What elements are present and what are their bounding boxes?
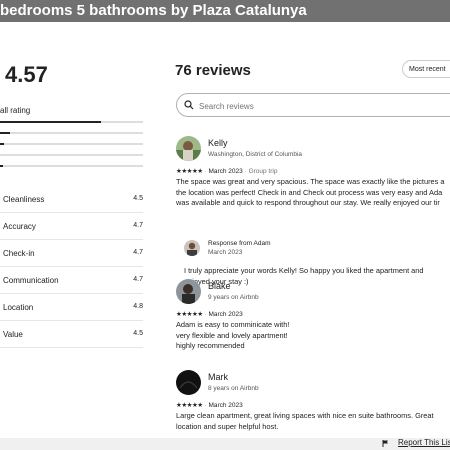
footer-bar: Report This Lis	[0, 438, 450, 450]
host-avatar	[184, 240, 200, 256]
star-rating: ★★★★★	[176, 402, 203, 409]
listing-title: bedrooms 5 bathrooms by Plaza Catalunya	[0, 0, 450, 22]
rating-bar	[0, 132, 143, 134]
category-label: Location	[3, 303, 34, 312]
rating-bar	[0, 154, 143, 156]
rating-bar	[0, 121, 143, 123]
reviews-count-title: 76 reviews	[175, 62, 251, 79]
category-label: Check-in	[3, 249, 35, 258]
search-icon	[184, 100, 194, 110]
category-label: Value	[3, 330, 23, 339]
rating-bar	[0, 143, 143, 145]
review-meta: ★★★★★ · March 2023	[176, 311, 243, 318]
review-date: March 2023	[208, 402, 243, 409]
review-text: Large clean apartment, great living spac…	[176, 411, 450, 432]
category-rating-row: Communication 4.7	[0, 267, 143, 294]
category-value: 4.7	[133, 222, 143, 229]
rating-bar-fill	[0, 143, 4, 145]
reviewer-name: Mark	[208, 372, 228, 382]
response-from: Response from Adam	[208, 240, 271, 247]
star-rating: ★★★★★	[176, 311, 203, 318]
category-label: Accuracy	[3, 222, 36, 231]
response-text-line: I truly appreciate your words Kelly! So …	[184, 266, 424, 275]
category-rating-row: Cleanliness 4.5	[0, 186, 143, 213]
avatar	[176, 279, 201, 304]
star-rating: ★★★★★	[176, 168, 203, 175]
review-text-line: The space was great and very spacious. T…	[176, 177, 445, 186]
reviewer-tenure: 9 years on Airbnb	[208, 294, 259, 301]
review-meta: ★★★★★ · March 2023 · Group trip	[176, 168, 278, 175]
trip-type: Group trip	[248, 168, 278, 175]
overall-rating: 4.57	[5, 62, 48, 87]
review-text-line: was available and quick to respond throu…	[176, 198, 440, 207]
avatar	[176, 370, 201, 395]
rating-bar	[0, 165, 143, 167]
category-rating-row: Accuracy 4.7	[0, 213, 143, 240]
review-text-line: highly recommended	[176, 341, 245, 350]
review-date: March 2023	[208, 311, 243, 318]
reviewer-tenure: 8 years on Airbnb	[208, 385, 259, 392]
reviewer-name: Blake	[208, 281, 231, 291]
review-text-line: Adam is easy to comminicate with!	[176, 320, 290, 329]
review-text-line: location and super helpful host.	[176, 421, 279, 431]
rating-bar-fill	[0, 165, 3, 167]
category-rating-row: Location 4.8	[0, 294, 143, 321]
sort-dropdown-label: Most recent	[409, 66, 446, 73]
overall-rating-label: all rating	[0, 106, 31, 115]
category-value: 4.8	[133, 303, 143, 310]
rating-bar-fill	[0, 121, 102, 123]
search-input[interactable]	[197, 97, 450, 115]
reviewer-name: Kelly	[208, 138, 228, 148]
rating-bar-fill	[0, 132, 11, 134]
category-ratings: Cleanliness 4.5 Accuracy 4.7 Check-in 4.7 Comm…	[0, 186, 143, 348]
category-label: Cleanliness	[3, 195, 45, 204]
search-box[interactable]	[176, 93, 450, 117]
category-value: 4.5	[133, 330, 143, 337]
review-text: The space was great and very spacious. T…	[176, 177, 450, 209]
avatar	[176, 136, 201, 161]
category-label: Communication	[3, 276, 59, 285]
rating-distribution	[0, 121, 143, 176]
sort-dropdown[interactable]: Most recent	[402, 60, 450, 78]
category-rating-row: Check-in 4.7	[0, 240, 143, 267]
category-rating-row: Value 4.5	[0, 321, 143, 348]
category-value: 4.7	[133, 276, 143, 283]
review-date: March 2023	[208, 168, 243, 175]
category-value: 4.7	[133, 249, 143, 256]
flag-icon	[382, 440, 388, 447]
category-value: 4.5	[133, 195, 143, 202]
review-text-line: the location was perfect! Check in and C…	[176, 187, 443, 197]
review-text-line: Large clean apartment, great living spac…	[176, 411, 434, 420]
reviews-modal: 4.57 all rating Cleanliness 4.5 Accuracy 4.…	[0, 22, 450, 442]
report-listing-link[interactable]: Report This Lis	[398, 438, 450, 447]
reviewer-location: Washington, District of Columbia	[208, 151, 303, 158]
review-text-line: very flexible and lovely apartment!	[176, 330, 288, 340]
review-meta: ★★★★★ · March 2023	[176, 402, 243, 409]
review-text: Adam is easy to comminicate with! very f…	[176, 320, 450, 352]
response-date: March 2023	[208, 249, 243, 256]
